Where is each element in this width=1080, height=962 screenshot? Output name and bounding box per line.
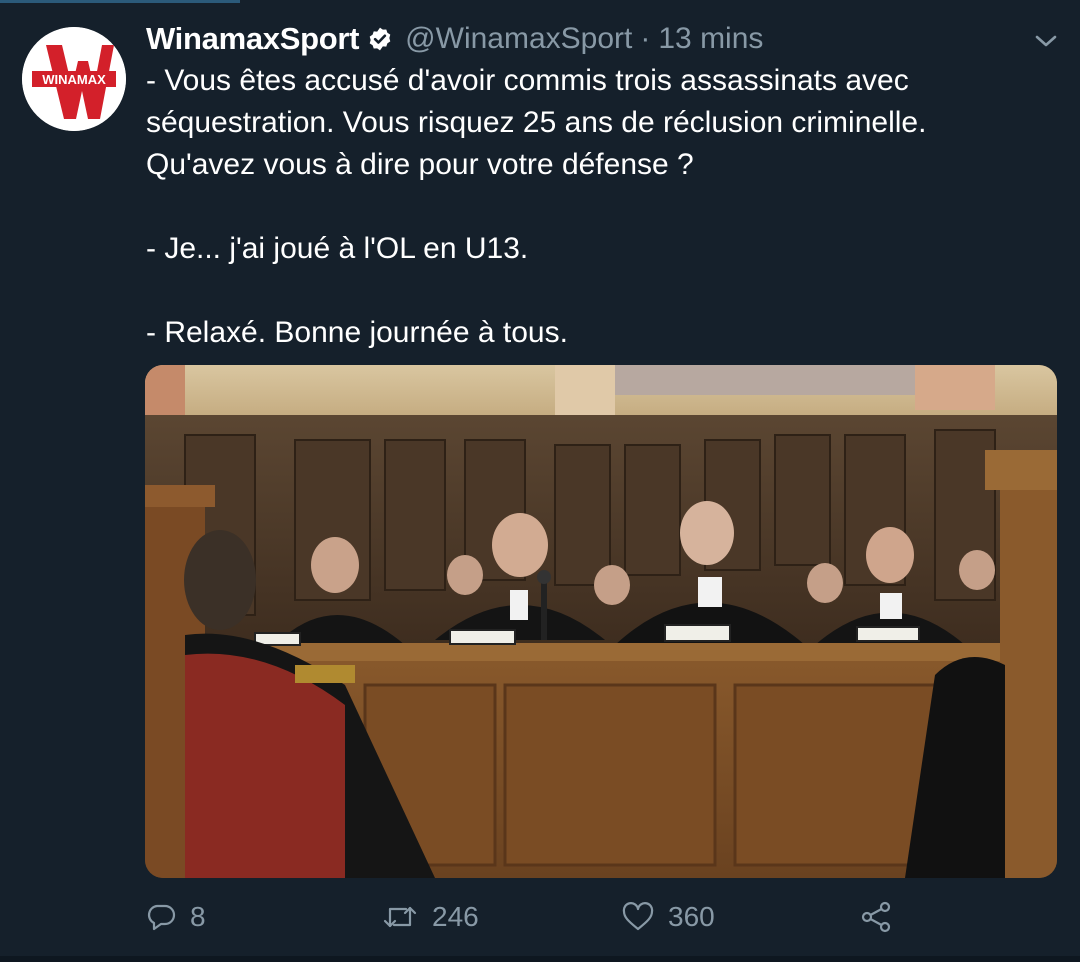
bottom-divider: [0, 956, 1080, 962]
retweet-count: 246: [432, 901, 479, 932]
tweet-text: - Vous êtes accusé d'avoir commis trois …: [146, 64, 927, 349]
tweet-header: WinamaxSport @WinamaxSport · 13 mins: [146, 20, 763, 58]
top-divider: [0, 0, 240, 3]
like-button[interactable]: 360: [622, 893, 715, 941]
retweet-icon: [383, 906, 417, 928]
separator-dot: ·: [640, 22, 651, 55]
reply-button[interactable]: 8: [146, 893, 206, 941]
chevron-down-icon[interactable]: [1032, 30, 1060, 52]
reply-count: 8: [190, 901, 206, 932]
retweet-button[interactable]: 246: [382, 893, 479, 941]
tweet-actions: 8 246 360: [0, 893, 1080, 941]
avatar[interactable]: WINAMAX: [22, 27, 126, 131]
verified-badge-icon: [369, 27, 391, 51]
reply-icon: [147, 904, 176, 931]
svg-text:WINAMAX: WINAMAX: [42, 72, 106, 87]
share-button[interactable]: [860, 893, 892, 941]
tweet-photo[interactable]: [145, 365, 1057, 878]
user-handle[interactable]: @WinamaxSport: [405, 22, 632, 56]
display-name[interactable]: WinamaxSport: [146, 21, 359, 57]
timestamp[interactable]: 13 mins: [658, 22, 763, 56]
like-count: 360: [668, 901, 715, 932]
winamax-logo: WINAMAX: [22, 27, 126, 131]
share-icon: [861, 901, 891, 933]
courtroom-photo: [145, 365, 1057, 878]
like-icon: [622, 902, 654, 931]
